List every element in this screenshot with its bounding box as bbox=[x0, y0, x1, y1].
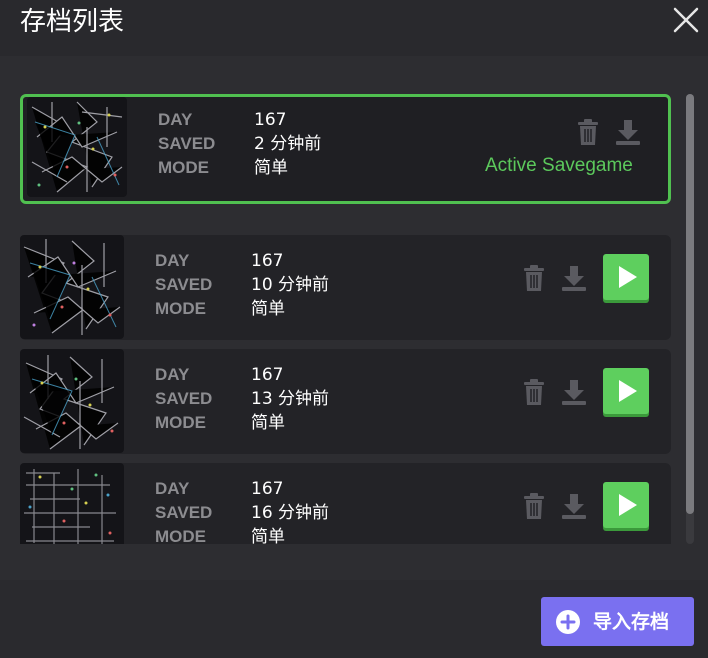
mode-label: MODE bbox=[155, 299, 206, 318]
saved-value: 10 分钟前 bbox=[251, 275, 330, 295]
play-icon bbox=[619, 266, 637, 288]
saved-value: 16 分钟前 bbox=[251, 503, 330, 523]
delete-icon[interactable] bbox=[521, 264, 547, 292]
mode-value: 简单 bbox=[254, 158, 288, 178]
day-value: 167 bbox=[251, 251, 284, 271]
mode-value: 简单 bbox=[251, 527, 285, 544]
save-thumbnail bbox=[20, 235, 124, 339]
day-value: 167 bbox=[251, 365, 284, 385]
download-icon[interactable] bbox=[615, 118, 641, 146]
save-card[interactable]: DAY SAVED MODE 167 16 分钟前 简单 bbox=[20, 463, 671, 544]
mode-label: MODE bbox=[155, 527, 206, 544]
day-value: 167 bbox=[251, 479, 284, 499]
day-label: DAY bbox=[155, 479, 190, 498]
saved-value: 2 分钟前 bbox=[254, 134, 322, 154]
download-icon[interactable] bbox=[561, 264, 587, 292]
plus-circle-icon bbox=[556, 610, 580, 634]
save-list: DAY SAVED MODE 167 2 分钟前 简单 Active Saveg… bbox=[0, 56, 708, 580]
play-button[interactable] bbox=[603, 482, 649, 528]
dialog-footer: 导入存档 bbox=[0, 580, 708, 658]
delete-icon[interactable] bbox=[575, 118, 601, 146]
import-save-button[interactable]: 导入存档 bbox=[541, 597, 694, 646]
close-icon[interactable] bbox=[670, 4, 702, 36]
save-card-active[interactable]: DAY SAVED MODE 167 2 分钟前 简单 Active Saveg… bbox=[20, 94, 671, 204]
dialog-header: 存档列表 bbox=[0, 0, 708, 56]
day-label: DAY bbox=[158, 110, 193, 129]
play-icon bbox=[619, 494, 637, 516]
download-icon[interactable] bbox=[561, 378, 587, 406]
saved-label: SAVED bbox=[158, 134, 216, 153]
save-thumbnail bbox=[20, 349, 124, 453]
delete-icon[interactable] bbox=[521, 492, 547, 520]
mode-value: 简单 bbox=[251, 413, 285, 433]
save-card[interactable]: DAY SAVED MODE 167 13 分钟前 简单 bbox=[20, 349, 671, 454]
save-list-viewport: DAY SAVED MODE 167 2 分钟前 简单 Active Saveg… bbox=[0, 56, 708, 544]
save-card[interactable]: DAY SAVED MODE 167 10 分钟前 简单 bbox=[20, 235, 671, 340]
day-value: 167 bbox=[254, 110, 287, 130]
saved-label: SAVED bbox=[155, 503, 213, 522]
play-button[interactable] bbox=[603, 368, 649, 414]
saved-label: SAVED bbox=[155, 275, 213, 294]
save-thumbnail bbox=[27, 97, 127, 197]
day-label: DAY bbox=[155, 365, 190, 384]
scrollbar-thumb[interactable] bbox=[686, 94, 694, 514]
scrollbar[interactable] bbox=[686, 94, 694, 544]
import-save-label: 导入存档 bbox=[593, 611, 670, 633]
saved-label: SAVED bbox=[155, 389, 213, 408]
download-icon[interactable] bbox=[561, 492, 587, 520]
mode-value: 简单 bbox=[251, 299, 285, 319]
saved-value: 13 分钟前 bbox=[251, 389, 330, 409]
active-savegame-label: Active Savegame bbox=[485, 155, 633, 176]
dialog-title: 存档列表 bbox=[20, 7, 125, 37]
day-label: DAY bbox=[155, 251, 190, 270]
play-button[interactable] bbox=[603, 254, 649, 300]
mode-label: MODE bbox=[158, 158, 209, 177]
save-thumbnail bbox=[20, 463, 124, 544]
mode-label: MODE bbox=[155, 413, 206, 432]
play-icon bbox=[619, 380, 637, 402]
delete-icon[interactable] bbox=[521, 378, 547, 406]
